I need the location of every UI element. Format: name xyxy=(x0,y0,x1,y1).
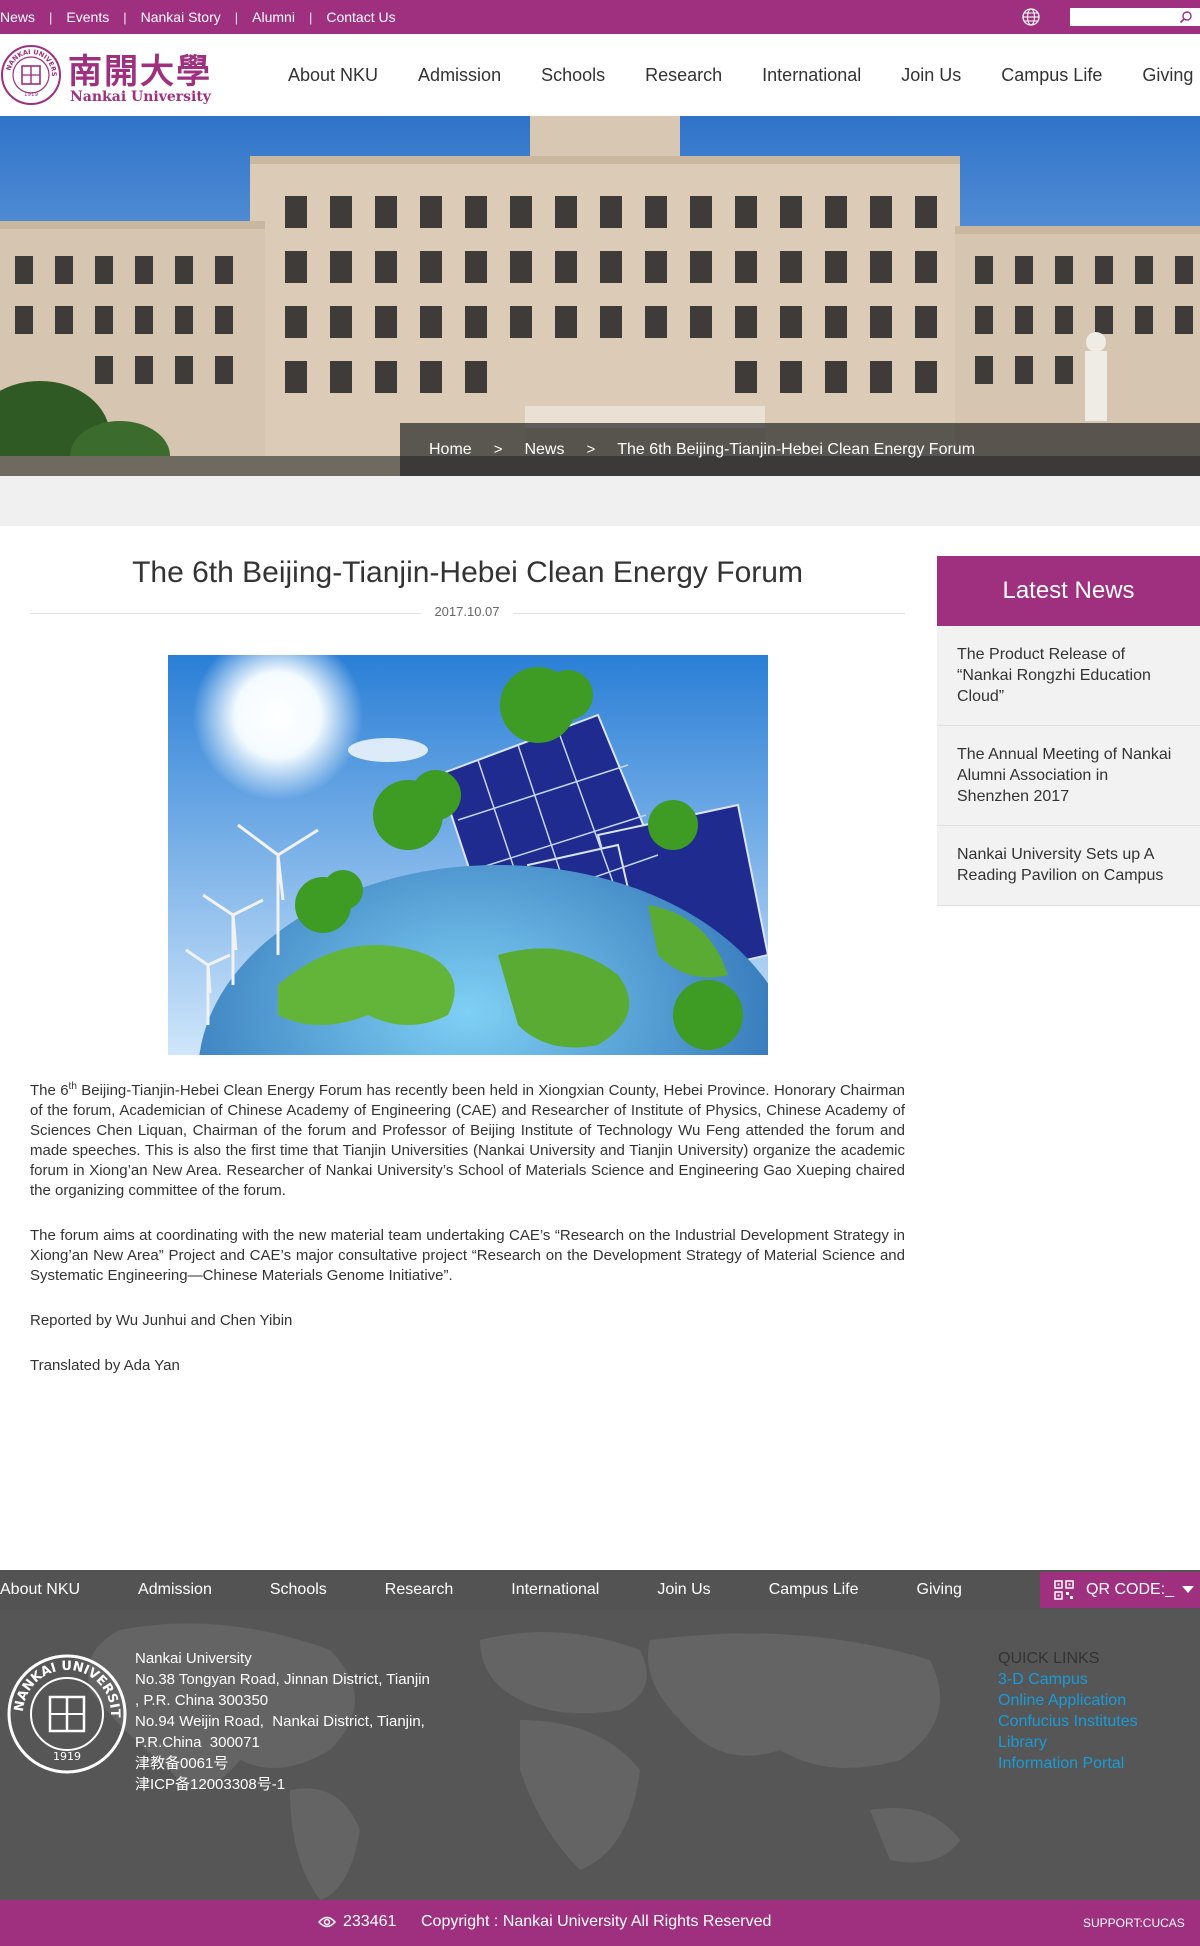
qr-code-button[interactable]: QR CODE:_ xyxy=(1040,1572,1200,1608)
breadcrumb-current: The 6th Beijing-Tianjin-Hebei Clean Ener… xyxy=(617,440,976,458)
top-utility-bar: News | Events | Nankai Story | Alumni | … xyxy=(0,0,1200,34)
support-credit[interactable]: SUPPORT:CUCAS xyxy=(1083,1916,1185,1930)
section-divider-strip xyxy=(0,476,1200,526)
footer-body: NANKAI UNIVERSITY 1919 Nankai University… xyxy=(0,1610,1200,1900)
utility-separator: | xyxy=(308,9,313,25)
article-reporter-credit: Reported by Wu Junhui and Chen Yibin xyxy=(30,1312,293,1329)
breadcrumb-home[interactable]: Home xyxy=(429,441,472,459)
latest-news-heading: Latest News xyxy=(937,556,1200,626)
search-icon[interactable] xyxy=(1179,10,1193,24)
footer-nav-schools[interactable]: Schools xyxy=(270,1581,327,1599)
article-translator-credit: Translated by Ada Yan xyxy=(30,1357,180,1374)
university-seal-footer: NANKAI UNIVERSITY 1919 xyxy=(5,1652,127,1774)
latest-news-item[interactable]: Nankai University Sets up A Reading Pavi… xyxy=(937,826,1200,906)
footer-navigation: About NKU Admission Schools Research Int… xyxy=(0,1570,1200,1610)
nav-admission[interactable]: Admission xyxy=(418,65,501,86)
latest-news-item[interactable]: The Product Release of “Nankai Rongzhi E… xyxy=(937,626,1200,726)
nav-giving[interactable]: Giving xyxy=(1142,65,1193,86)
footer-seal-year: 1919 xyxy=(53,1750,81,1763)
clean-energy-illustration xyxy=(168,655,768,1055)
utility-link-alumni[interactable]: Alumni xyxy=(252,9,295,25)
nav-research[interactable]: Research xyxy=(645,65,722,86)
qr-code-icon xyxy=(1054,1580,1074,1600)
utility-separator: | xyxy=(49,9,53,25)
copyright-text: Copyright : Nankai University All Rights… xyxy=(421,1913,772,1930)
visit-counter: 233461 xyxy=(343,1913,397,1930)
main-navigation: About NKU Admission Schools Research Int… xyxy=(268,34,1200,116)
footer-nav-research[interactable]: Research xyxy=(385,1581,453,1599)
utility-separator: | xyxy=(123,9,127,25)
globe-icon[interactable] xyxy=(1020,6,1042,28)
nav-schools[interactable]: Schools xyxy=(541,65,605,86)
quick-link-information-portal[interactable]: Information Portal xyxy=(998,1755,1124,1773)
site-header: NANKAI UNIVERSITY 1919 南開大學 Nankai Unive… xyxy=(0,34,1200,116)
qr-code-label: QR CODE:_ xyxy=(1086,1581,1175,1598)
utility-links: News | Events | Nankai Story | Alumni | … xyxy=(0,0,396,34)
latest-news-item[interactable]: The Annual Meeting of Nankai Alumni Asso… xyxy=(937,726,1200,826)
quick-link-library[interactable]: Library xyxy=(998,1734,1047,1752)
breadcrumb-news[interactable]: News xyxy=(524,441,564,459)
chevron-down-icon xyxy=(1182,1586,1194,1593)
footer-address: Nankai University No.38 Tongyan Road, Ji… xyxy=(135,1650,430,1793)
utility-link-contact-us[interactable]: Contact Us xyxy=(326,9,395,25)
footer-nav-international[interactable]: International xyxy=(511,1581,599,1599)
utility-link-events[interactable]: Events xyxy=(66,9,109,25)
quick-link-3d-campus[interactable]: 3-D Campus xyxy=(998,1671,1088,1689)
article-paragraph-1: The 6th Beijing-Tianjin-Hebei Clean Ener… xyxy=(30,1081,905,1201)
quick-link-online-application[interactable]: Online Application xyxy=(998,1692,1126,1710)
nav-join-us[interactable]: Join Us xyxy=(901,65,961,86)
footer-nav-campus-life[interactable]: Campus Life xyxy=(769,1581,859,1599)
article-paragraph-2: The forum aims at coordinating with the … xyxy=(30,1227,905,1284)
article-date: 2017.10.07 xyxy=(421,604,513,619)
nav-international[interactable]: International xyxy=(762,65,861,86)
article-title: The 6th Beijing-Tianjin-Hebei Clean Ener… xyxy=(132,556,803,589)
logo-english-name[interactable]: Nankai University xyxy=(70,89,211,105)
ordinal-suffix: th xyxy=(68,1081,77,1092)
nav-campus-life[interactable]: Campus Life xyxy=(1001,65,1102,86)
quick-link-confucius-institutes[interactable]: Confucius Institutes xyxy=(998,1713,1138,1731)
quick-links-title: QUICK LINKS xyxy=(998,1650,1100,1667)
breadcrumb: Home > News > The 6th Beijing-Tianjin-He… xyxy=(400,423,1200,476)
utility-link-news[interactable]: News xyxy=(0,9,35,25)
campus-banner-image xyxy=(0,116,1200,476)
breadcrumb-separator: > xyxy=(493,441,503,458)
logo-chinese-name[interactable]: 南開大學 xyxy=(68,44,212,93)
main-building-photo xyxy=(0,116,1200,476)
eye-icon xyxy=(318,1916,336,1928)
breadcrumb-separator: > xyxy=(586,441,596,458)
footer-nav-admission[interactable]: Admission xyxy=(138,1581,212,1599)
university-seal-logo[interactable]: NANKAI UNIVERSITY 1919 xyxy=(0,44,62,106)
copyright-bar: 233461 Copyright : Nankai University All… xyxy=(0,1900,1200,1946)
footer-nav-about-nku[interactable]: About NKU xyxy=(0,1581,80,1599)
seal-year: 1919 xyxy=(24,92,38,98)
footer-nav-giving[interactable]: Giving xyxy=(917,1581,962,1599)
article-hero-image xyxy=(168,655,768,1055)
utility-link-nankai-story[interactable]: Nankai Story xyxy=(141,9,221,25)
utility-separator: | xyxy=(234,9,239,25)
footer-seal-ring-text: NANKAI UNIVERSITY xyxy=(5,1652,122,1718)
footer-nav-join-us[interactable]: Join Us xyxy=(657,1581,710,1599)
paragraph-body: Beijing-Tianjin-Hebei Clean Energy Forum… xyxy=(30,1082,906,1199)
svg-text:NANKAI UNIVERSITY: NANKAI UNIVERSITY xyxy=(5,1652,122,1718)
paragraph-lead: The 6 xyxy=(30,1082,69,1099)
nav-about-nku[interactable]: About NKU xyxy=(288,65,378,86)
